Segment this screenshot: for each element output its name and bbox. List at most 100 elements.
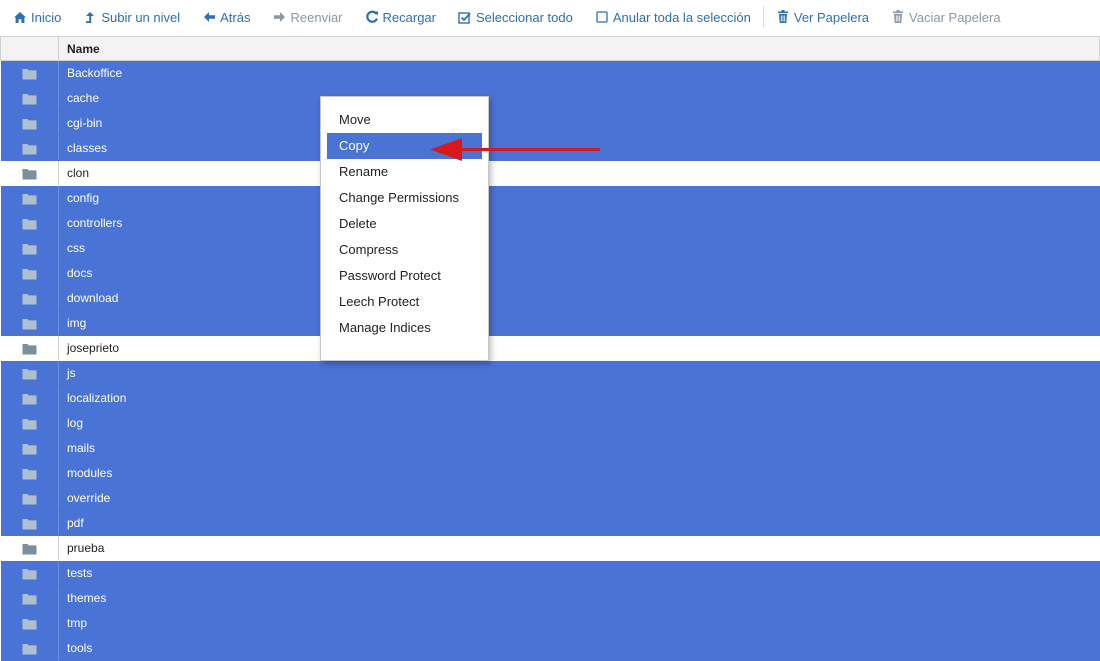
table-row[interactable]: prueba [0,535,1100,561]
row-name[interactable]: cache [58,85,1100,111]
row-name[interactable]: tmp [58,610,1100,636]
table-row[interactable]: tests [0,560,1100,586]
row-name[interactable]: mails [58,435,1100,461]
row-name[interactable]: classes [58,135,1100,161]
row-icon-cell[interactable] [0,185,59,211]
forward-button[interactable]: Reenviar [272,10,343,25]
row-icon-cell[interactable] [0,435,59,461]
table-row[interactable]: mails [0,435,1100,461]
table-row[interactable]: config [0,185,1100,211]
row-name[interactable]: docs [58,260,1100,286]
row-icon-cell[interactable] [0,560,59,586]
row-icon-cell[interactable] [0,60,59,86]
row-name[interactable]: tools [58,635,1100,661]
context-menu-item-rename[interactable]: Rename [327,159,482,185]
context-menu-item-move[interactable]: Move [327,107,482,133]
table-row[interactable]: localization [0,385,1100,411]
deselect-all-button[interactable]: Anular toda la selección [595,10,751,25]
table-row[interactable]: docs [0,260,1100,286]
row-name[interactable]: cgi-bin [58,110,1100,136]
row-name[interactable]: prueba [58,535,1100,561]
folder-icon [22,344,37,355]
home-icon [13,10,27,24]
row-icon-cell[interactable] [0,285,59,311]
row-icon-cell[interactable] [0,310,59,336]
table-row[interactable]: modules [0,460,1100,486]
row-icon-cell[interactable] [0,385,59,411]
row-icon-cell[interactable] [0,135,59,161]
up-one-level-button[interactable]: Subir un nivel [83,10,180,25]
row-icon-cell[interactable] [0,210,59,236]
check-square-icon [458,10,472,24]
row-name[interactable]: img [58,310,1100,336]
row-name[interactable]: Backoffice [58,60,1100,86]
row-icon-cell[interactable] [0,85,59,111]
table-row[interactable]: css [0,235,1100,261]
row-name[interactable]: joseprieto [58,335,1100,361]
row-name[interactable]: controllers [58,210,1100,236]
row-name[interactable]: tests [58,560,1100,586]
table-row[interactable]: cgi-bin [0,110,1100,136]
row-icon-cell[interactable] [0,160,59,186]
table-row[interactable]: pdf [0,510,1100,536]
row-icon-cell[interactable] [0,460,59,486]
row-name[interactable]: css [58,235,1100,261]
row-icon-cell[interactable] [0,235,59,261]
name-column-header[interactable]: Name [58,36,1100,61]
row-name[interactable]: themes [58,585,1100,611]
table-row[interactable]: img [0,310,1100,336]
table-row[interactable]: Backoffice [0,60,1100,86]
table-row[interactable]: controllers [0,210,1100,236]
context-menu-item-compress[interactable]: Compress [327,237,482,263]
table-row[interactable]: js [0,360,1100,386]
row-icon-cell[interactable] [0,260,59,286]
row-icon-cell[interactable] [0,110,59,136]
row-icon-cell[interactable] [0,410,59,436]
empty-trash-label: Vaciar Papelera [909,9,1001,25]
table-row[interactable]: tools [0,635,1100,661]
table-row[interactable]: download [0,285,1100,311]
home-button[interactable]: Inicio [13,10,61,25]
context-menu: Move Copy Rename Change Permissions Delete Co… [320,96,489,361]
row-icon-cell[interactable] [0,610,59,636]
empty-trash-button[interactable]: Vaciar Papelera [891,10,1001,25]
row-name[interactable]: localization [58,385,1100,411]
table-row[interactable]: tmp [0,610,1100,636]
row-icon-cell[interactable] [0,535,59,561]
context-menu-item-password-protect[interactable]: Password Protect [327,263,482,289]
table-row[interactable]: log [0,410,1100,436]
row-name[interactable]: override [58,485,1100,511]
row-name[interactable]: download [58,285,1100,311]
table-row[interactable]: cache [0,85,1100,111]
row-icon-cell[interactable] [0,635,59,661]
context-menu-item-manage-indices[interactable]: Manage Indices [327,315,482,341]
row-name[interactable]: pdf [58,510,1100,536]
table-row[interactable]: override [0,485,1100,511]
row-name[interactable]: config [58,185,1100,211]
table-row[interactable]: clon [0,160,1100,186]
row-icon-cell[interactable] [0,585,59,611]
context-menu-item-leech-protect[interactable]: Leech Protect [327,289,482,315]
select-all-button[interactable]: Seleccionar todo [458,10,573,25]
row-name[interactable]: log [58,410,1100,436]
back-button[interactable]: Atrás [202,10,250,25]
folder-icon [22,419,37,430]
folder-icon [22,369,37,380]
row-icon-cell[interactable] [0,335,59,361]
row-icon-cell[interactable] [0,485,59,511]
context-menu-item-change-permissions[interactable]: Change Permissions [327,185,482,211]
view-trash-button[interactable]: Ver Papelera [776,10,869,25]
file-list-body: Backoffice cache cgi-bin classes clon config c… [0,60,1100,661]
row-name[interactable]: js [58,360,1100,386]
row-icon-cell[interactable] [0,510,59,536]
row-name[interactable]: modules [58,460,1100,486]
reload-button[interactable]: Recargar [365,10,436,25]
context-menu-item-copy[interactable]: Copy [327,133,482,159]
row-name[interactable]: clon [58,160,1100,186]
table-row[interactable]: classes [0,135,1100,161]
table-row[interactable]: themes [0,585,1100,611]
icon-column-header[interactable] [0,36,59,61]
table-row[interactable]: joseprieto [0,335,1100,361]
row-icon-cell[interactable] [0,360,59,386]
context-menu-item-delete[interactable]: Delete [327,211,482,237]
